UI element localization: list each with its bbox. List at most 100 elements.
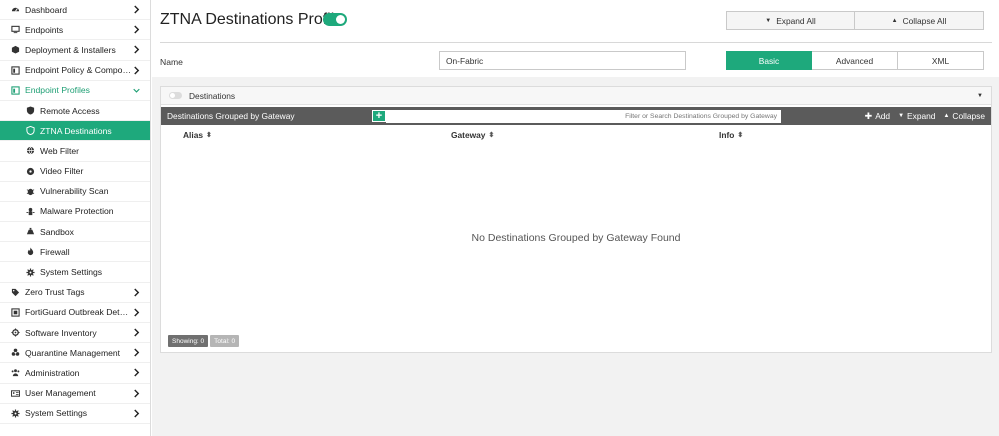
grid-column-headers: Alias ⬍ Gateway ⬍ Info ⬍ <box>161 125 991 145</box>
column-alias[interactable]: Alias ⬍ <box>183 130 451 140</box>
sidebar-item-video-filter[interactable]: Video Filter <box>0 161 150 182</box>
sidebar-item-software-inventory[interactable]: Software Inventory <box>0 323 150 344</box>
empty-grid-message: No Destinations Grouped by Gateway Found <box>471 232 681 244</box>
sidebar-item-malware-protection[interactable]: Malware Protection <box>0 201 150 223</box>
expand-all-button[interactable]: ▼ Expand All <box>726 11 855 30</box>
column-gateway[interactable]: Gateway ⬍ <box>451 130 719 140</box>
column-info[interactable]: Info ⬍ <box>719 130 743 140</box>
sidebar-item-endpoint-policy-components[interactable]: Endpoint Policy & Components <box>0 61 150 81</box>
sidebar-item-label: Administration <box>25 367 80 378</box>
sidebar-item-label: FortiGuard Outbreak Detecti... <box>25 307 132 318</box>
shield-icon <box>26 126 35 136</box>
profile-enabled-toggle[interactable] <box>323 13 347 26</box>
chevron-right-icon[interactable] <box>132 5 140 15</box>
sidebar-item-label: Firewall <box>40 246 70 257</box>
sidebar-item-label: ZTNA Destinations <box>40 125 112 136</box>
policy-icon <box>11 66 20 75</box>
add-button[interactable]: ✚ Add <box>865 111 890 122</box>
caret-up-icon: ▲ <box>891 17 898 24</box>
tab-xml[interactable]: XML <box>898 51 984 70</box>
sandbox-icon <box>26 227 35 236</box>
sidebar-item-web-filter[interactable]: Web Filter <box>0 141 150 162</box>
grid-toolbar: Destinations Grouped by Gateway + ✚ Add … <box>161 107 991 125</box>
grid-actions: ✚ Add ▼ Expand ▲ Collapse <box>865 111 985 122</box>
name-input[interactable] <box>439 51 686 70</box>
sidebar-item-label: Malware Protection <box>40 206 114 217</box>
sidebar: Dashboard Endpoints Deployment & Installer… <box>0 0 151 436</box>
monitor-icon <box>11 25 20 34</box>
expand-button[interactable]: ▼ Expand <box>898 111 935 121</box>
chevron-right-icon[interactable] <box>132 65 140 75</box>
gear-icon <box>26 267 35 277</box>
sidebar-item-firewall[interactable]: Firewall <box>0 242 150 263</box>
total-count-badge: Total: 0 <box>210 335 240 347</box>
users-icon <box>11 368 20 377</box>
sidebar-item-label: Video Filter <box>40 166 84 177</box>
sidebar-item-label: Web Filter <box>40 145 79 156</box>
caret-down-icon: ▼ <box>765 17 772 24</box>
sidebar-item-quarantine-management[interactable]: Quarantine Management <box>0 343 150 364</box>
sidebar-item-user-management[interactable]: User Management <box>0 384 150 404</box>
showing-count-badge: Showing: 0 <box>168 335 209 347</box>
biohazard-icon <box>11 348 20 357</box>
sidebar-item-ztna-destinations[interactable]: ZTNA Destinations <box>0 121 150 142</box>
view-mode-tabs: Basic Advanced XML <box>726 51 984 70</box>
collapse-all-button[interactable]: ▲ Collapse All <box>855 11 984 30</box>
chevron-right-icon[interactable] <box>132 368 140 378</box>
header-divider <box>160 42 992 43</box>
sidebar-item-endpoint-profiles[interactable]: Endpoint Profiles <box>0 81 150 101</box>
expand-collapse-group: ▼ Expand All ▲ Collapse All <box>726 11 984 30</box>
chevron-right-icon[interactable] <box>132 287 140 297</box>
sidebar-item-zero-trust-tags[interactable]: Zero Trust Tags <box>0 283 150 303</box>
tag-icon <box>11 288 20 297</box>
caret-down-icon[interactable]: ▼ <box>977 93 983 99</box>
sidebar-item-label: System Settings <box>25 408 88 419</box>
sort-icon: ⬍ <box>206 132 212 139</box>
sidebar-item-fortiguard-outbreak-detecti[interactable]: FortiGuard Outbreak Detecti... <box>0 303 150 323</box>
sidebar-item-system-settings[interactable]: System Settings <box>0 262 150 283</box>
grid-search-input[interactable] <box>386 109 781 123</box>
destinations-section-header[interactable]: Destinations ▼ <box>161 87 991 105</box>
sidebar-item-label: System Settings <box>40 267 103 278</box>
destinations-toggle[interactable] <box>169 92 182 99</box>
caret-up-icon: ▲ <box>943 113 950 119</box>
chevron-right-icon[interactable] <box>132 388 140 398</box>
user-card-icon <box>11 389 20 398</box>
sidebar-item-label: Deployment & Installers <box>25 44 116 55</box>
page-title: ZTNA Destinations Profile <box>160 11 344 28</box>
chevron-right-icon[interactable] <box>132 408 140 418</box>
grid-title: Destinations Grouped by Gateway <box>167 111 295 121</box>
malware-icon <box>26 207 35 216</box>
chevron-right-icon[interactable] <box>132 348 140 358</box>
sort-icon: ⬍ <box>737 132 744 139</box>
chevron-right-icon[interactable] <box>132 307 140 317</box>
destinations-card: Destinations ▼ Destinations Grouped by G… <box>160 86 992 353</box>
grid-counts: Showing: 0 Total: 0 <box>168 335 240 347</box>
sidebar-item-administration[interactable]: Administration <box>0 363 150 384</box>
sidebar-item-system-settings[interactable]: System Settings <box>0 404 150 424</box>
sidebar-item-endpoints[interactable]: Endpoints <box>0 20 150 41</box>
sort-icon: ⬍ <box>488 132 495 139</box>
sidebar-item-label: Vulnerability Scan <box>40 186 109 197</box>
sidebar-item-deployment-installers[interactable]: Deployment & Installers <box>0 40 150 61</box>
sidebar-item-dashboard[interactable]: Dashboard <box>0 0 150 21</box>
sidebar-item-remote-access[interactable]: Remote Access <box>0 100 150 122</box>
sidebar-item-vulnerability-scan[interactable]: Vulnerability Scan <box>0 181 150 202</box>
chevron-down-icon[interactable] <box>132 85 140 95</box>
collapse-button[interactable]: ▲ Collapse <box>943 111 985 121</box>
caret-down-icon: ▼ <box>898 113 905 119</box>
name-label: Name <box>160 57 183 67</box>
chevron-right-icon[interactable] <box>132 25 140 35</box>
sidebar-item-label: Dashboard <box>25 4 68 15</box>
destinations-section-title: Destinations <box>189 90 236 101</box>
chevron-right-icon[interactable] <box>132 328 140 338</box>
add-filter-button[interactable]: + <box>372 110 386 122</box>
sidebar-item-label: Endpoint Profiles <box>25 85 90 96</box>
sidebar-item-sandbox[interactable]: Sandbox <box>0 222 150 243</box>
bug-icon <box>26 187 35 196</box>
tab-basic[interactable]: Basic <box>726 51 812 70</box>
tab-advanced[interactable]: Advanced <box>812 51 898 70</box>
fire-icon <box>26 247 35 256</box>
chevron-right-icon[interactable] <box>132 45 140 55</box>
gear-icon <box>11 409 20 418</box>
